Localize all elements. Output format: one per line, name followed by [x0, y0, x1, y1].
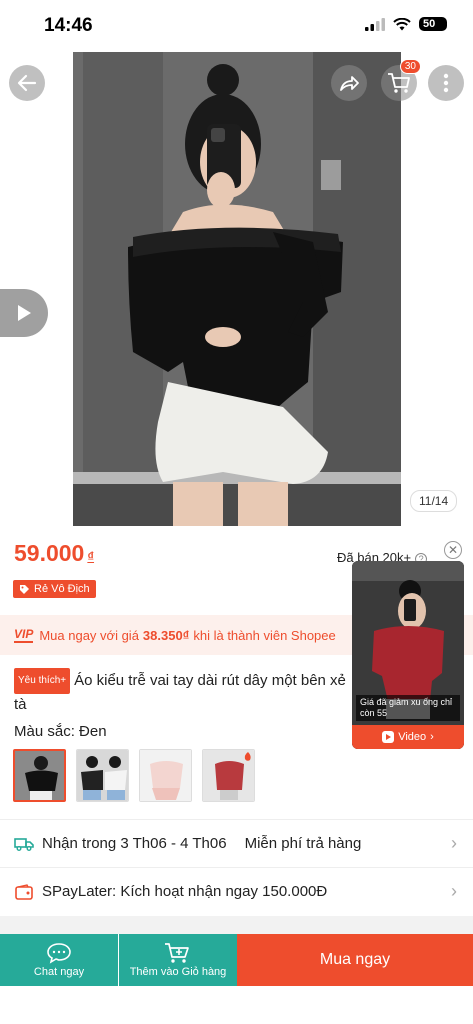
variation-thumb-black[interactable]: [13, 749, 66, 802]
chat-button[interactable]: Chat ngay: [0, 934, 118, 986]
chevron-right-icon: ›: [451, 833, 457, 853]
variation-thumb-white[interactable]: [76, 749, 129, 802]
shopee-video-icon: [382, 731, 395, 743]
payment-row[interactable]: SPayLater: Kích hoạt nhận ngay 150.000Đ …: [0, 867, 473, 915]
add-to-cart-label: Thêm vào Giỏ hàng: [129, 966, 227, 978]
cart-icon: [388, 73, 410, 93]
signal-icon: [365, 17, 385, 31]
share-icon: [340, 76, 359, 91]
cart-count-badge: 30: [399, 59, 421, 74]
close-video-button[interactable]: ✕: [444, 541, 462, 559]
buy-now-label: Mua ngay: [319, 951, 391, 968]
video-caption: Giá đã giảm xu ống chỉ còn 55: [356, 695, 460, 721]
product-photo-illustration: [73, 52, 401, 526]
vip-text-after: khi là thành viên Shopee: [193, 627, 336, 643]
more-options-button[interactable]: [428, 65, 464, 101]
variation-thumbnails: [13, 749, 255, 802]
add-to-cart-button[interactable]: Thêm vào Giỏ hàng: [119, 934, 237, 986]
product-gallery[interactable]: 30 11/14: [0, 52, 473, 526]
more-vertical-icon: [443, 73, 449, 93]
cart-button[interactable]: 30: [381, 59, 421, 101]
currency-symbol: ₫: [87, 549, 95, 564]
bottom-action-bar: Chat ngay Thêm vào Giỏ hàng Mua ngay: [0, 934, 473, 986]
returns-text: Miễn phí trả hàng: [244, 835, 362, 852]
floating-video[interactable]: Giá đã giảm xu ống chỉ còn 55 Video ›: [352, 561, 464, 749]
variation-thumb-pink[interactable]: [139, 749, 192, 802]
product-title: Yêu thích+ Áo kiểu trễ vai tay dài rút dâ…: [14, 668, 359, 716]
payment-text: SPayLater: Kích hoạt nhận ngay 150.000Đ: [42, 883, 328, 900]
shipping-row[interactable]: Nhận trong 3 Th06 - 4 Th06 Miễn phí trả …: [0, 819, 473, 867]
section-divider: [0, 916, 473, 934]
variation-thumb-red[interactable]: [202, 749, 255, 802]
chevron-right-icon: ›: [451, 881, 457, 901]
vip-text-before: Mua ngay với giá: [39, 627, 139, 643]
price-tag-icon: [20, 584, 29, 594]
price-row: 59.000 ₫: [14, 540, 94, 567]
watch-video-label: Video: [398, 731, 427, 743]
variation-label: Màu sắc: Đen: [14, 723, 107, 740]
promo-badge-text: Rẻ Vô Địch: [34, 583, 90, 595]
video-play-button[interactable]: [0, 289, 48, 337]
back-button[interactable]: [9, 65, 45, 101]
vip-price: 38.350₫: [142, 627, 190, 643]
status-icons: 50: [365, 17, 447, 31]
wallet-icon: [14, 882, 34, 902]
watch-video-button[interactable]: Video ›: [352, 725, 464, 749]
battery-icon: 50: [419, 17, 447, 31]
chat-label: Chat ngay: [33, 966, 85, 978]
share-button[interactable]: [331, 65, 367, 101]
vip-tag: VIP: [14, 627, 34, 643]
status-time: 14:46: [44, 15, 93, 36]
home-indicator-area: [0, 986, 473, 1024]
chat-icon: [47, 943, 71, 964]
favorite-badge: Yêu thích+: [14, 668, 71, 694]
play-icon: [18, 305, 31, 321]
delivery-text: Nhận trong 3 Th06 - 4 Th06: [42, 835, 227, 852]
wifi-icon: [393, 17, 411, 30]
chevron-right-icon: ›: [430, 731, 434, 743]
product-price: 59.000: [14, 540, 85, 566]
status-bar: 14:46 50: [0, 0, 473, 52]
image-counter: 11/14: [410, 490, 458, 512]
add-to-cart-icon: [165, 943, 189, 963]
truck-icon: [14, 834, 34, 854]
arrow-left-icon: [17, 74, 37, 92]
promo-badge: Rẻ Vô Địch: [13, 580, 96, 598]
product-photo[interactable]: [73, 52, 401, 526]
buy-now-button[interactable]: Mua ngay: [237, 934, 473, 986]
